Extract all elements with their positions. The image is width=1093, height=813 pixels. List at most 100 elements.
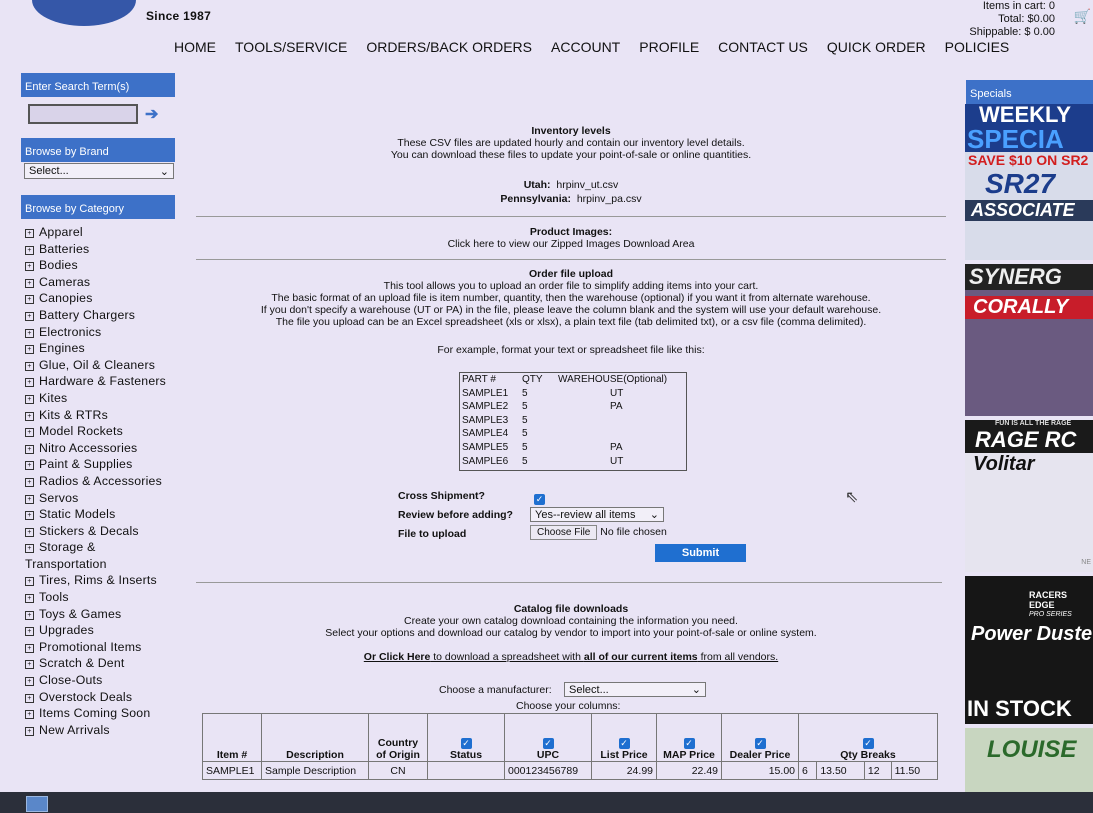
utah-file-link[interactable]: hrpinv_ut.csv [556, 179, 618, 191]
catalog-line2: Select your options and download our cat… [325, 627, 817, 639]
checkmark-icon: ✓ [683, 738, 695, 749]
category-item[interactable]: + Storage & [25, 539, 185, 556]
category-item[interactable]: + Stickers & Decals [25, 523, 185, 540]
manufacturer-select-value: Select... [569, 683, 609, 696]
table-row: SAMPLE1 Sample Description CN 0001234567… [202, 761, 939, 780]
expand-icon: + [25, 577, 34, 587]
expand-icon: + [25, 428, 34, 438]
choose-file-button[interactable]: Choose File [530, 525, 598, 540]
category-item[interactable]: + Close-Outs [25, 672, 185, 689]
sample-row: SAMPLE6 5 UT [462, 455, 624, 467]
images-title: Product Images: [529, 226, 613, 238]
category-item[interactable]: + Battery Chargers [25, 307, 185, 324]
category-item[interactable]: + Canopies [25, 290, 185, 307]
column-dealer-price: ✓ Dealer Price [721, 713, 799, 762]
taskbar-app-icon[interactable] [26, 796, 48, 812]
louise-ad[interactable]: LOUISE [965, 728, 1093, 792]
rage-rc-ad[interactable]: FUN IS ALL THE RAGE RAGE RC Volitar NE [965, 420, 1093, 572]
category-item[interactable]: + Overstock Deals [25, 689, 185, 706]
images-link[interactable]: Click here to view our Zipped Images Dow… [196, 238, 946, 250]
category-item[interactable]: + Model Rockets [25, 423, 185, 440]
category-item[interactable]: + Batteries [25, 241, 185, 258]
category-item[interactable]: + New Arrivals [25, 722, 185, 739]
cell-dealer: 15.00 [721, 761, 799, 780]
column-checkbox[interactable]: ✓ [802, 737, 934, 749]
specials-column: WEEKLY SPECIA SAVE $10 ON SR2 SR27 ASSOC… [965, 104, 1093, 792]
pa-file-link[interactable]: hrpinv_pa.csv [577, 193, 642, 205]
category-item[interactable]: + Cameras [25, 274, 185, 291]
category-item[interactable]: + Hardware & Fasteners [25, 373, 185, 390]
category-item[interactable]: + Tires, Rims & Inserts [25, 572, 185, 589]
category-item[interactable]: + Engines [25, 340, 185, 357]
synergy-corally-ad[interactable]: SYNERG CORALLY [965, 264, 1093, 416]
since-tagline: Since 1987 [146, 9, 212, 23]
nav-orders[interactable]: ORDERS/BACK ORDERS [366, 39, 532, 55]
review-select[interactable]: Yes--review all items ⌄ [530, 507, 664, 522]
manufacturer-select[interactable]: Select... ⌄ [564, 682, 706, 697]
columns-label: Choose your columns: [516, 700, 621, 712]
cross-shipment-label: Cross Shipment? [398, 490, 485, 502]
expand-icon: + [25, 361, 34, 371]
expand-icon: + [25, 610, 34, 620]
category-item[interactable]: + Glue, Oil & Cleaners [25, 357, 185, 374]
nav-tools-service[interactable]: TOOLS/SERVICE [235, 39, 347, 55]
category-title: Browse by Category [21, 195, 175, 219]
upload-section: Order file upload This tool allows you t… [196, 268, 946, 356]
brand-select[interactable]: Select... ⌄ [24, 163, 174, 179]
category-item-continuation[interactable]: Transportation [25, 556, 185, 573]
category-item[interactable]: + Promotional Items [25, 639, 185, 656]
cart-icon[interactable]: 🛒 [1074, 8, 1091, 25]
nav-policies[interactable]: POLICIES [945, 39, 1010, 55]
category-item[interactable]: + Scratch & Dent [25, 655, 185, 672]
search-input[interactable] [28, 104, 138, 124]
category-item[interactable]: + Radios & Accessories [25, 473, 185, 490]
divider [196, 259, 946, 260]
search-title: Enter Search Term(s) [21, 73, 175, 97]
column-checkbox[interactable]: ✓ [660, 737, 718, 749]
category-item[interactable]: + Apparel [25, 224, 185, 241]
category-item[interactable]: + Nitro Accessories [25, 440, 185, 457]
column-header: Description [261, 713, 369, 762]
inventory-line2: You can download these files to update y… [390, 149, 752, 161]
nav-quick-order[interactable]: QUICK ORDER [827, 39, 926, 55]
submit-button[interactable]: Submit [655, 544, 746, 562]
nav-account[interactable]: ACCOUNT [551, 39, 620, 55]
arrow-right-icon[interactable]: ➔ [145, 104, 158, 124]
all-items-link[interactable]: Or Click Here to download a spreadsheet … [196, 651, 946, 663]
category-item[interactable]: + Items Coming Soon [25, 705, 185, 722]
category-item[interactable]: + Servos [25, 490, 185, 507]
nav-home[interactable]: HOME [174, 39, 216, 55]
column-checkbox[interactable]: ✓ [595, 737, 653, 749]
column-checkbox[interactable]: ✓ [508, 737, 588, 749]
category-item[interactable]: + Paint & Supplies [25, 456, 185, 473]
expand-icon: + [25, 311, 34, 321]
company-logo[interactable] [32, 0, 136, 26]
category-item[interactable]: + Electronics [25, 324, 185, 341]
column-checkbox[interactable]: ✓ [725, 737, 795, 749]
sample-row: SAMPLE5 5 PA [462, 441, 623, 453]
column-map-price: ✓ MAP Price [656, 713, 722, 762]
nav-profile[interactable]: PROFILE [639, 39, 699, 55]
file-input[interactable]: Choose File No file chosen [530, 525, 667, 540]
nav-contact[interactable]: CONTACT US [718, 39, 808, 55]
checkmark-icon: ✓ [534, 494, 545, 505]
expand-icon: + [25, 328, 34, 338]
category-item[interactable]: + Upgrades [25, 622, 185, 639]
category-item[interactable]: + Kites [25, 390, 185, 407]
manufacturer-label: Choose a manufacturer: [439, 684, 552, 696]
table-header-row: Item # Description Country of Origin ✓ St… [202, 713, 938, 762]
expand-icon: + [25, 511, 34, 521]
chevron-down-icon: ⌄ [691, 684, 701, 696]
power-duster-ad[interactable]: RACERS EDGE PRO SERIES Power Duste IN ST… [965, 576, 1093, 724]
cross-shipment-checkbox[interactable]: ✓ [534, 489, 545, 507]
category-item[interactable]: + Static Models [25, 506, 185, 523]
weekly-special-ad[interactable]: WEEKLY SPECIA SAVE $10 ON SR2 SR27 ASSOC… [965, 104, 1093, 260]
cell-status [427, 761, 505, 780]
column-checkbox[interactable]: ✓ [431, 737, 501, 749]
cart-summary[interactable]: Items in cart: 0 Total: $0.00 Shippable:… [969, 0, 1055, 39]
category-item[interactable]: + Toys & Games [25, 606, 185, 623]
category-item[interactable]: + Kits & RTRs [25, 407, 185, 424]
category-item[interactable]: + Bodies [25, 257, 185, 274]
category-item[interactable]: + Tools [25, 589, 185, 606]
inventory-line1: These CSV files are updated hourly and c… [397, 137, 745, 149]
